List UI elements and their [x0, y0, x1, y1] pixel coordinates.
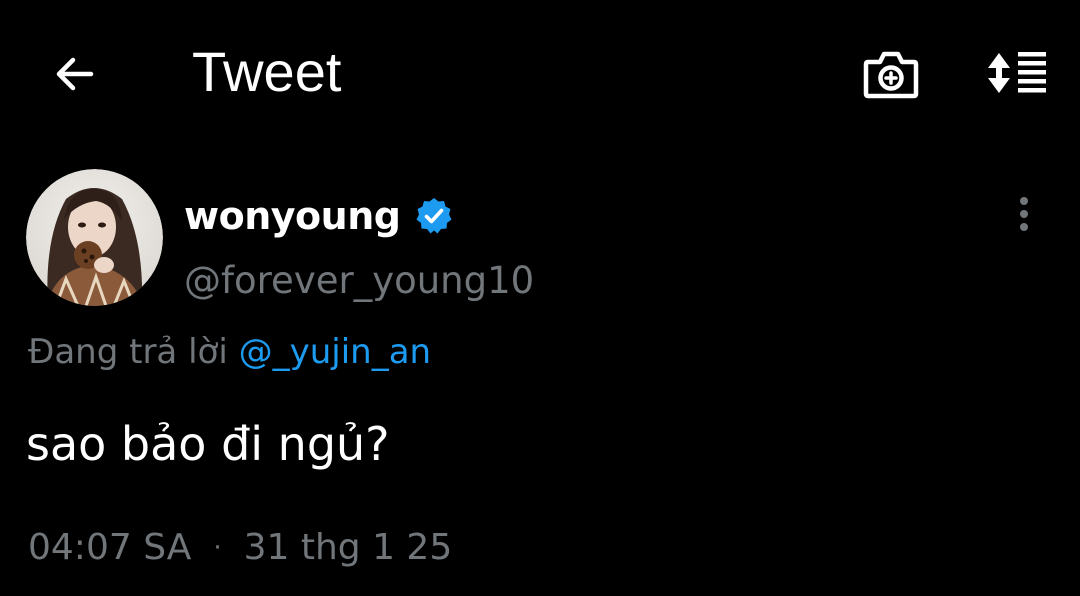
- replying-to: Đang trả lời @_yujin_an: [28, 328, 431, 376]
- avatar[interactable]: [26, 169, 163, 306]
- tweet-timestamp: 04:07 SA · 31 thg 1 25: [28, 522, 452, 574]
- camera-button[interactable]: [858, 44, 924, 104]
- page-title: Tweet: [192, 40, 342, 103]
- tweet-date: 31 thg 1 25: [243, 527, 453, 568]
- profile-photo: [26, 169, 163, 306]
- top-app-bar: Tweet: [0, 0, 1080, 150]
- camera-plus-icon: [863, 51, 919, 99]
- author-row: wonyoung: [184, 190, 454, 242]
- separator-dot: ·: [213, 533, 222, 563]
- verified-badge-icon: [414, 196, 454, 236]
- sort-button[interactable]: [980, 44, 1052, 104]
- more-options-button[interactable]: [1004, 190, 1044, 238]
- arrow-left-icon: [56, 57, 94, 91]
- display-name[interactable]: wonyoung: [184, 194, 401, 238]
- reply-prefix: Đang trả lời: [28, 332, 228, 372]
- back-button[interactable]: [48, 48, 100, 100]
- sort-lines-icon: [988, 52, 1046, 93]
- user-handle[interactable]: @forever_young10: [184, 256, 534, 306]
- tweet-text: sao bảo đi ngủ?: [26, 417, 390, 471]
- reply-mention-link[interactable]: @_yujin_an: [239, 332, 432, 372]
- tweet-time: 04:07 SA: [28, 527, 192, 568]
- more-vertical-icon: [1020, 197, 1028, 231]
